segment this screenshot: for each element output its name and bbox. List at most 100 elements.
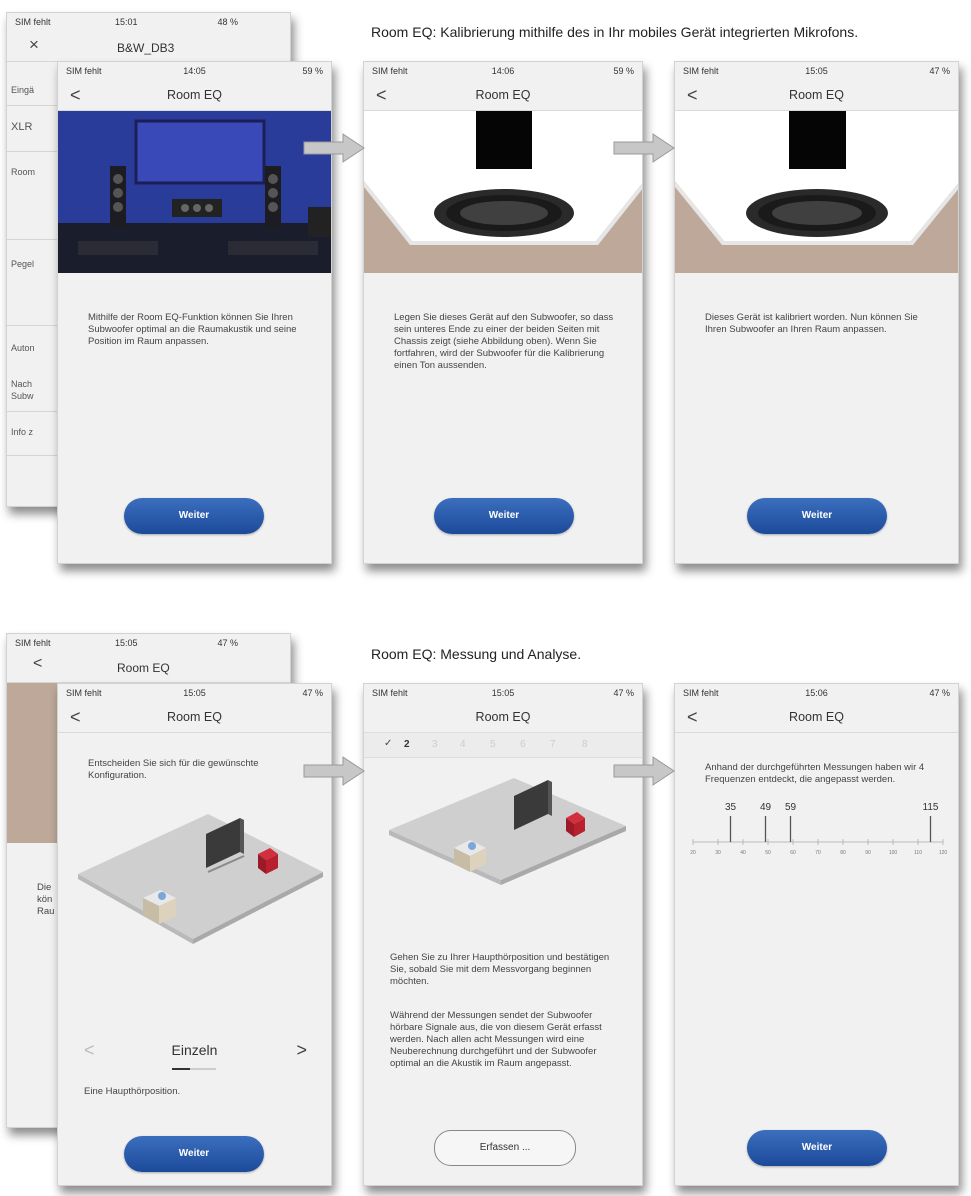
settings-item-level[interactable]: Pegel — [11, 259, 34, 269]
time-label: 15:06 — [805, 688, 828, 698]
subwoofer-illustration — [364, 111, 642, 273]
battery-label: 47 % — [929, 66, 950, 76]
freq-axis-tick-label: 70 — [815, 850, 821, 856]
freq-marker-label: 115 — [923, 802, 939, 813]
page-indicator-active — [172, 1068, 190, 1070]
screen-measurement: SIM fehlt 15:05 47 % Room EQ ✓ 2 3 4 5 6… — [363, 683, 643, 1186]
carrier-label: SIM fehlt — [15, 638, 51, 648]
arrow-right-icon — [613, 756, 675, 786]
status-bar: SIM fehlt 14:05 59 % — [58, 62, 331, 80]
page-indicator — [172, 1068, 216, 1070]
home-cinema-image — [58, 111, 331, 273]
time-label: 15:05 — [805, 66, 828, 76]
freq-axis-tick-label: 120 — [939, 850, 948, 856]
room-layout-illustration — [78, 814, 323, 944]
status-bar: SIM fehlt 15:06 47 % — [675, 684, 958, 702]
screen-place-device: SIM fehlt 14:06 59 % < Room EQ Legen Sie… — [363, 61, 643, 564]
navbar: < Room EQ — [58, 702, 331, 733]
arrow-right-icon — [303, 756, 365, 786]
weiter-button[interactable]: Weiter — [747, 1130, 887, 1166]
screen-configuration: SIM fehlt 15:05 47 % < Room EQ Entscheid… — [57, 683, 332, 1186]
freq-axis-tick-label: 60 — [790, 850, 796, 856]
battery-label: 47 % — [217, 638, 238, 648]
weiter-button[interactable]: Weiter — [747, 498, 887, 534]
arrow-right-icon — [613, 133, 675, 163]
weiter-button[interactable]: Weiter — [124, 1136, 264, 1172]
settings-item-subw: Subw — [11, 391, 34, 401]
freq-axis-tick-label: 100 — [889, 850, 898, 856]
navbar: Room EQ — [364, 702, 642, 732]
time-label: 14:06 — [491, 66, 515, 76]
battery-label: 47 % — [613, 688, 634, 698]
step-current: 2 — [404, 739, 410, 750]
freq-marker-label: 49 — [760, 802, 772, 813]
time-label: 15:05 — [115, 638, 138, 648]
battery-label: 47 % — [302, 688, 323, 698]
frequency-chart: 20 30 40 50 60 70 80 90 100 110 120 35 49 59 115 — [690, 802, 948, 856]
status-bar: SIM fehlt 15:05 47 % — [675, 62, 958, 80]
freq-axis-tick-label: 80 — [840, 850, 846, 856]
navbar: < Room EQ — [675, 702, 958, 733]
battery-label: 59 % — [302, 66, 323, 76]
weiter-button[interactable]: Weiter — [124, 498, 264, 534]
capture-button[interactable]: Erfassen ... — [434, 1130, 576, 1166]
settings-item-nach: Nach — [11, 379, 33, 389]
step-done-check-icon: ✓ — [384, 738, 393, 749]
status-bar: SIM fehlt 15:05 47 % — [7, 634, 290, 652]
page-title: Room EQ — [475, 88, 531, 102]
freq-axis-tick-label: 30 — [715, 850, 721, 856]
battery-label: 59 % — [613, 66, 634, 76]
back-chevron-icon[interactable]: < — [33, 655, 42, 673]
device-title: B&W_DB3 — [117, 41, 175, 55]
screen-calibrated: SIM fehlt 15:05 47 % < Room EQ Dieses Ge… — [674, 61, 959, 564]
freq-axis-tick-label: 20 — [690, 850, 696, 856]
navbar: < Room EQ — [364, 80, 642, 111]
settings-item-room[interactable]: Room — [11, 167, 35, 177]
screen-room-eq-intro: SIM fehlt 14:05 59 % < Room EQ Mithilfe … — [57, 61, 332, 564]
settings-item-auto[interactable]: Auton — [11, 343, 35, 353]
step-pending: 4 — [460, 739, 466, 750]
settings-item-input[interactable]: Eingä — [11, 85, 34, 95]
freq-axis-tick-label: 90 — [865, 850, 871, 856]
page-title: Room EQ — [167, 710, 222, 724]
step-pending: 8 — [582, 739, 588, 750]
settings-item-xlr[interactable]: XLR — [11, 121, 32, 133]
status-bar: SIM fehlt 15:05 47 % — [364, 684, 642, 702]
page-title: Room EQ — [475, 710, 531, 724]
config-instructions: Entscheiden Sie sich für die gewünschte … — [88, 758, 259, 781]
freq-marker-label: 59 — [785, 802, 797, 813]
next-option-chevron-icon[interactable]: > — [296, 1040, 307, 1061]
intro-text: Mithilfe der Room EQ-Funktion können Sie… — [88, 312, 297, 347]
freq-axis-tick-label: 110 — [914, 850, 922, 856]
step-pending: 5 — [490, 739, 496, 750]
measure-explanation: Während der Messungen sendet der Subwoof… — [390, 1010, 602, 1069]
step-indicator: ✓ 2 3 4 5 6 7 8 — [364, 732, 642, 758]
close-icon[interactable]: × — [29, 35, 39, 55]
page-title: Room EQ — [789, 710, 844, 724]
screen-result: SIM fehlt 15:06 47 % < Room EQ Anhand de… — [674, 683, 959, 1186]
time-label: 15:05 — [183, 688, 206, 698]
battery-label: 47 % — [929, 688, 950, 698]
page-title: Room EQ — [789, 88, 844, 102]
status-bar: SIM fehlt 15:01 48 % — [7, 13, 290, 31]
page-title: Room EQ — [117, 661, 170, 675]
settings-item-info[interactable]: Info z — [11, 427, 33, 437]
freq-axis-tick-label: 50 — [765, 850, 771, 856]
navbar: < Room EQ — [675, 80, 958, 111]
time-label: 15:01 — [115, 17, 138, 27]
step-pending: 6 — [520, 739, 526, 750]
caption-measurement: Room EQ: Messung und Analyse. — [371, 646, 582, 662]
status-bar: SIM fehlt 14:06 59 % — [364, 62, 642, 80]
result-text: Anhand der durchgeführten Messungen habe… — [705, 762, 925, 785]
carrier-label: SIM fehlt — [15, 17, 51, 27]
page-title: Room EQ — [167, 88, 222, 102]
step-pending: 7 — [550, 739, 556, 750]
status-bar: SIM fehlt 15:05 47 % — [58, 684, 331, 702]
arrow-right-icon — [303, 133, 365, 163]
weiter-button[interactable]: Weiter — [434, 498, 574, 534]
subwoofer-illustration — [675, 111, 958, 273]
option-label: Einzeln — [171, 1042, 218, 1058]
measure-instructions: Gehen Sie zu Ihrer Haupthörposition und … — [390, 952, 610, 987]
step-pending: 3 — [432, 739, 438, 750]
time-label: 15:05 — [491, 688, 515, 698]
